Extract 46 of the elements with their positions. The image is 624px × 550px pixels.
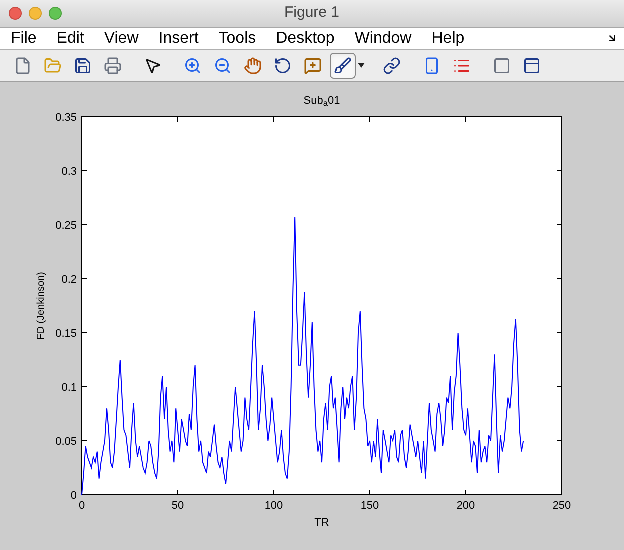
x-tick-label: 100 [264,500,284,512]
data-cursor-icon [304,56,322,74]
brush-button[interactable] [330,52,356,78]
hand-icon [244,56,262,74]
menu-item[interactable]: Window [354,26,412,50]
colorbar-icon [423,56,441,74]
x-tick-label: 50 [172,500,184,512]
pointer-icon [144,56,162,74]
y-tick-label: 0.25 [56,220,77,232]
folder-icon [44,56,62,74]
zoom-in-icon [184,56,202,74]
y-axis-label: FD (Jenkinson) [36,272,47,340]
menu-item[interactable]: File [11,26,37,50]
printer-icon [104,56,122,74]
y-tick-label: 0.2 [62,274,77,286]
y-tick-label: 0.35 [56,113,77,124]
window-title: Figure 1 [284,3,340,24]
brush-icon [334,56,352,74]
zoom-out-icon [214,56,232,74]
dropdown-caret-icon[interactable] [358,63,365,68]
x-axis-label: TR [314,517,330,529]
y-tick-label: 0 [70,490,77,502]
chart-title: Sub$_{a}$01 [304,94,340,110]
x-tick-label: 0 [78,500,86,512]
menu-item[interactable]: Edit [56,26,84,50]
new-file-icon [14,56,32,74]
square-icon [493,56,511,74]
link-icon [383,56,401,74]
y-tick-label: 0.05 [56,436,77,448]
x-tick-label: 200 [456,500,476,512]
menu-item[interactable]: Desktop [276,26,335,50]
y-tick-label: 0.3 [62,166,77,178]
close-button[interactable] [9,7,22,20]
menu-item[interactable]: View [104,26,139,50]
menu-item[interactable]: Tools [218,26,256,50]
expand-arrow-icon[interactable] [607,33,618,44]
menu-item[interactable]: Help [432,26,465,50]
zoom-button[interactable] [49,7,62,20]
x-tick-label: 150 [360,500,380,512]
x-tick-label: 250 [552,500,572,512]
menu-item[interactable]: Insert [158,26,199,50]
y-tick-label: 0.1 [62,382,77,394]
panel-icon [523,56,541,74]
save-icon [74,56,92,74]
y-tick-label: 0.15 [56,328,77,340]
rotate-icon [274,56,292,74]
